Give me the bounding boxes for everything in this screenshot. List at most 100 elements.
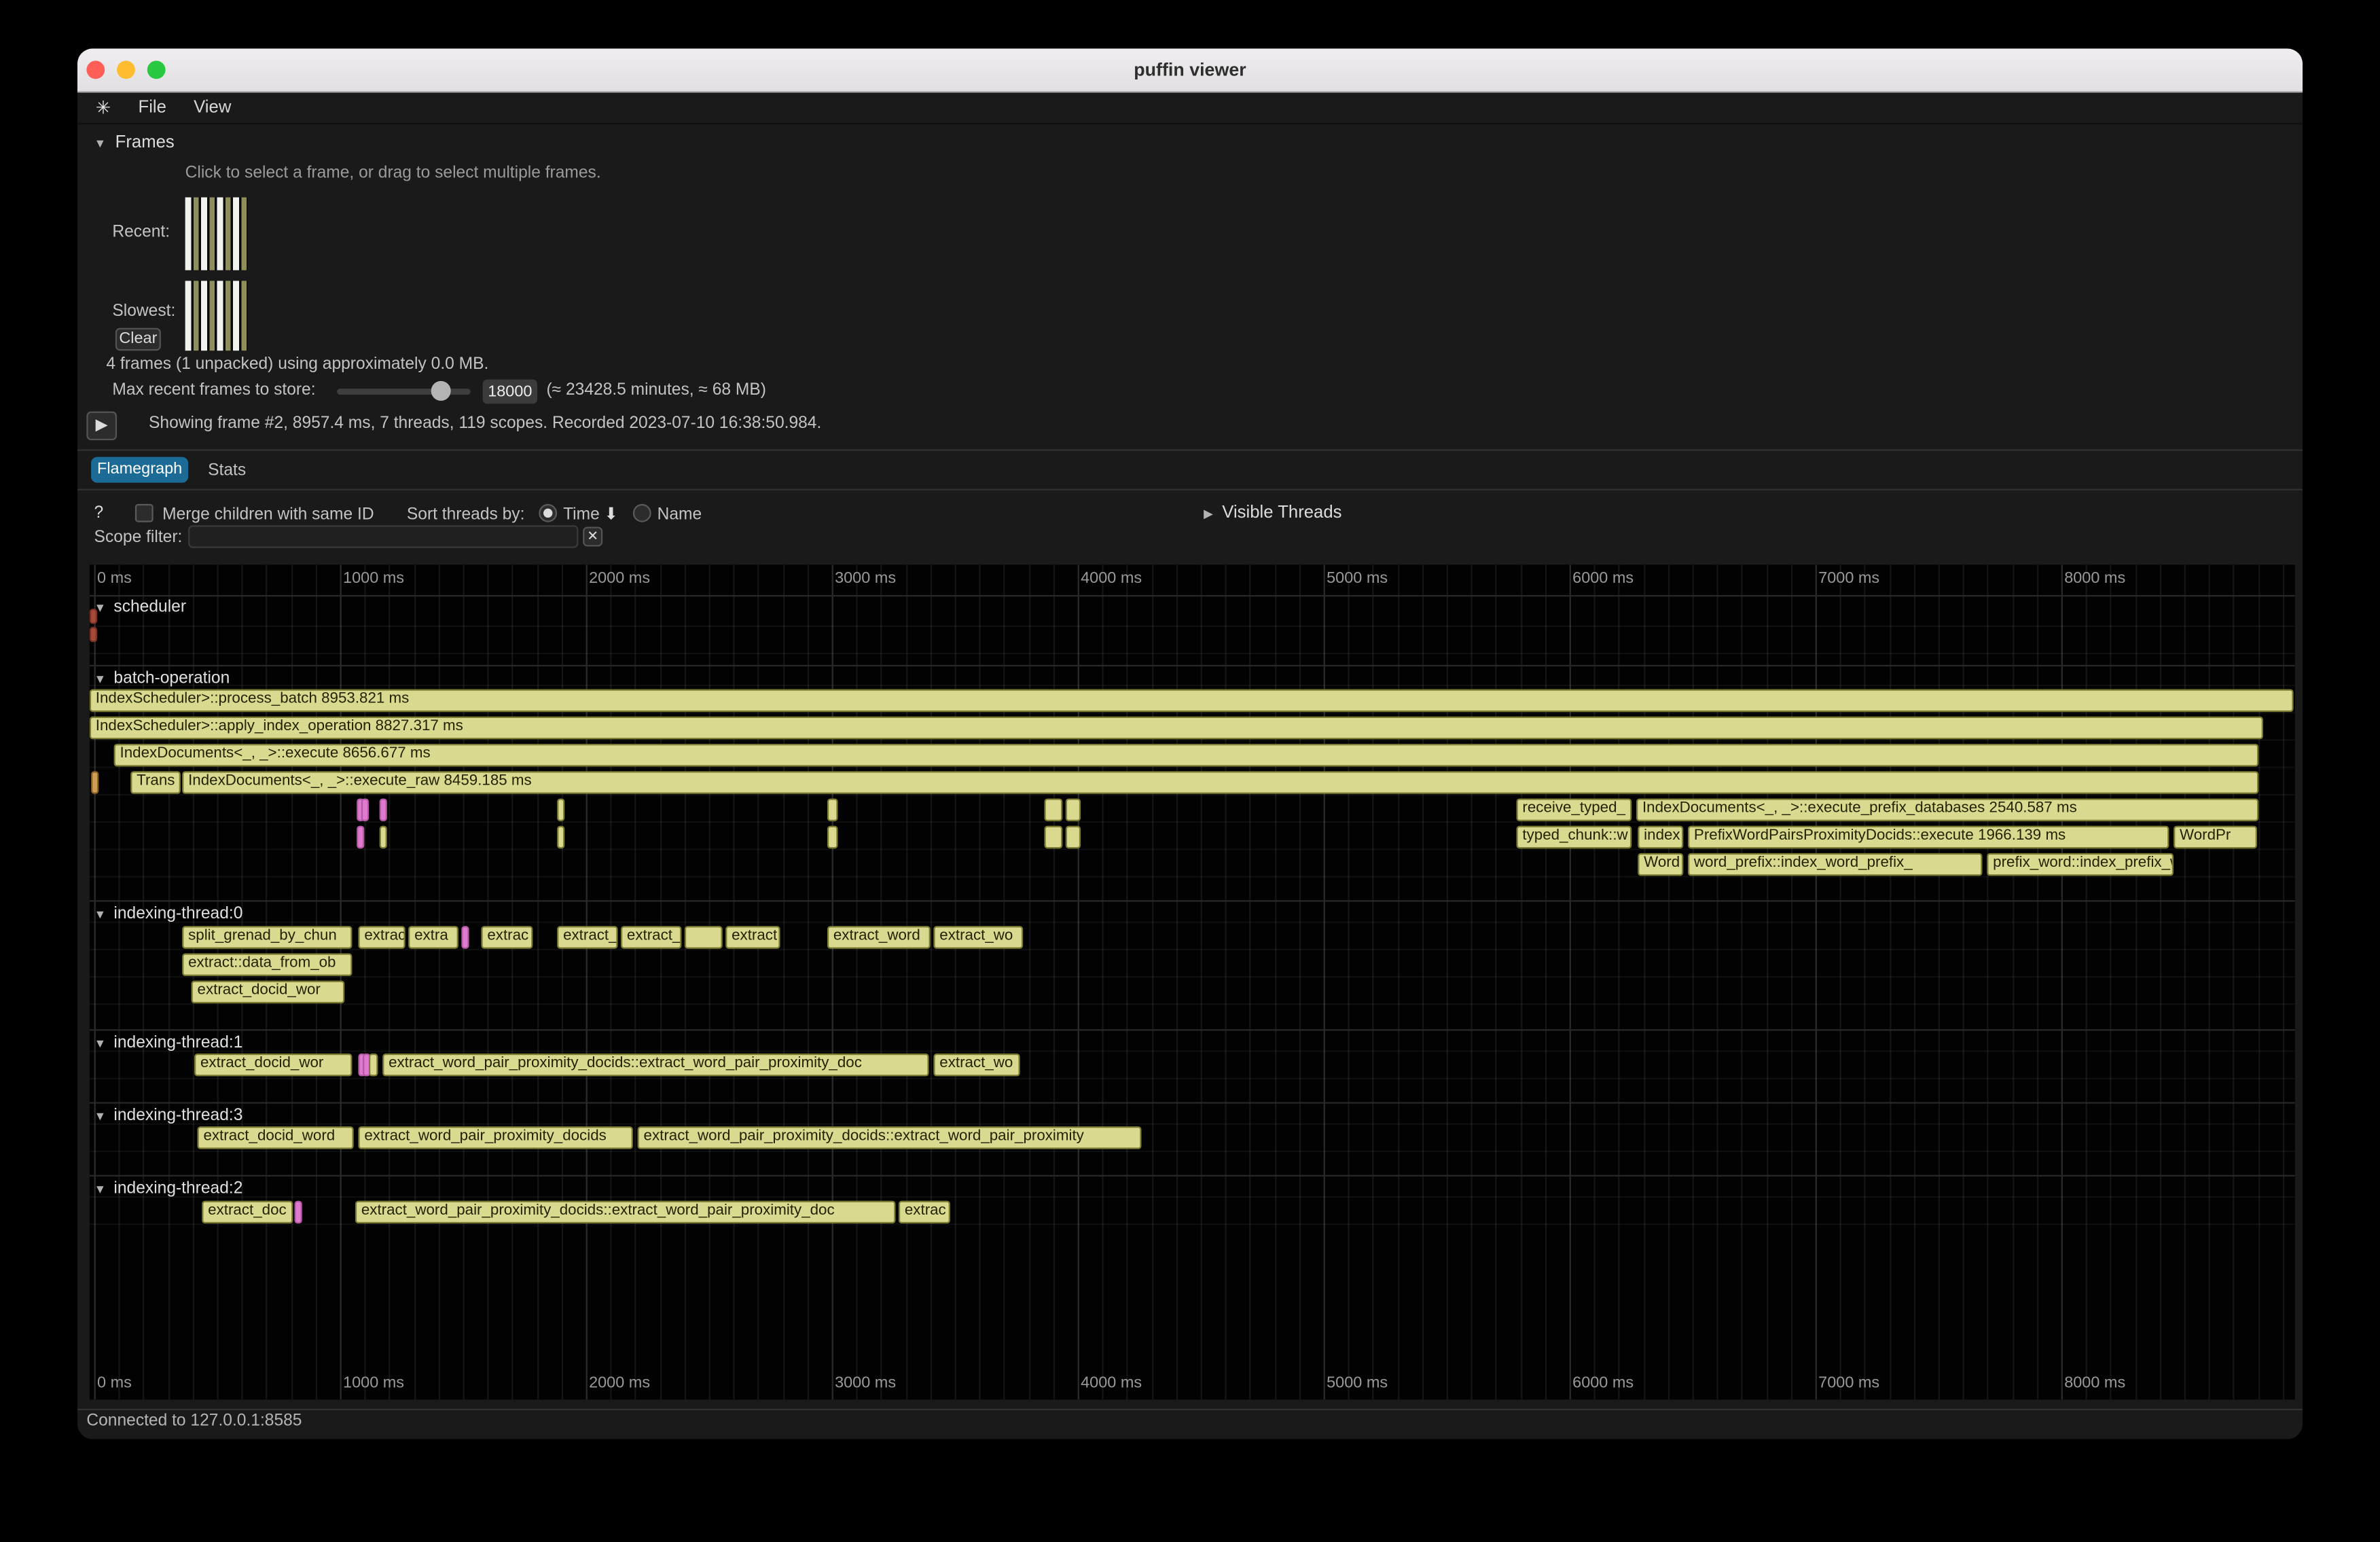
collapse-triangle-icon: ▼	[94, 907, 107, 920]
ruler-tick-label: 0 ms	[97, 1374, 132, 1392]
max-frames-value[interactable]: 18000	[483, 380, 537, 404]
ruler-tick-label: 0 ms	[97, 569, 132, 588]
clear-slowest-button[interactable]: Clear	[115, 328, 161, 351]
menu-file[interactable]: File	[138, 98, 166, 116]
scope-bar[interactable]: extract_	[557, 926, 617, 949]
flamegraph-canvas[interactable]: 0 ms0 ms1000 ms1000 ms2000 ms2000 ms3000…	[90, 564, 2295, 1399]
scope-bar[interactable]: receive_typed_	[1516, 798, 1631, 821]
scope-bar[interactable]	[369, 1054, 378, 1077]
thread-header-indexing-thread:3[interactable]: ▼indexing-thread:3	[94, 1107, 243, 1125]
scope-bar[interactable]: split_grenad_by_chun	[182, 926, 352, 949]
row-line	[90, 653, 2295, 654]
frames-section-header[interactable]: ▼ Frames	[94, 134, 175, 152]
scope-bar[interactable]	[90, 609, 97, 624]
scope-bar[interactable]: extract_word_pair_proximity_docids::extr…	[355, 1201, 896, 1224]
close-window-button[interactable]	[86, 60, 105, 79]
sort-time-radio[interactable]	[539, 504, 557, 522]
help-button[interactable]: ?	[94, 504, 104, 522]
thread-name: indexing-thread:3	[113, 1107, 242, 1125]
scope-bar[interactable]	[827, 798, 838, 821]
scope-bar[interactable]	[380, 798, 387, 821]
scope-bar[interactable]: PrefixWordPairsProximityDocids::execute …	[1688, 826, 2169, 849]
scope-bar[interactable]: extrac	[899, 1201, 950, 1224]
scope-bar[interactable]: extract_	[621, 926, 681, 949]
scope-bar[interactable]: extract_doc	[202, 1201, 293, 1224]
play-button[interactable]: ▶	[86, 412, 117, 440]
scope-bar[interactable]	[91, 771, 98, 794]
recent-frames-thumbnail[interactable]	[185, 198, 248, 270]
visible-threads-header[interactable]: ▶ Visible Threads	[1204, 504, 1341, 522]
scope-bar[interactable]	[1044, 826, 1062, 849]
scope-bar[interactable]: prefix_word::index_prefix_wo	[1987, 853, 2174, 876]
thread-header-indexing-thread:0[interactable]: ▼ indexing-thread:0	[94, 905, 243, 923]
tab-flamegraph[interactable]: Flamegraph	[91, 457, 188, 483]
scope-bar[interactable]: typed_chunk::w	[1516, 826, 1631, 849]
scope-bar[interactable]	[361, 798, 369, 821]
clear-filter-button[interactable]: ✕	[583, 526, 602, 546]
scope-bar[interactable]	[1066, 826, 1081, 849]
tab-stats[interactable]: Stats	[208, 461, 246, 480]
scope-bar[interactable]	[380, 826, 387, 849]
scope-bar[interactable]	[557, 798, 564, 821]
scope-bar[interactable]	[295, 1201, 302, 1224]
scope-bar[interactable]: Trans	[130, 771, 181, 794]
slowest-frames-thumbnail[interactable]	[185, 281, 248, 351]
scope-bar[interactable]	[685, 926, 723, 949]
scope-bar[interactable]: extract_docid_wor	[192, 981, 345, 1004]
thread-name: indexing-thread:0	[113, 905, 242, 923]
scope-bar[interactable]: IndexDocuments<_, _>::execute_prefix_dat…	[1636, 798, 2258, 821]
ruler-tick-label: 3000 ms	[835, 1374, 896, 1392]
thread-header-batch-operation[interactable]: ▼batch-operation	[94, 670, 230, 688]
scope-bar[interactable]: extract_docid_wor	[194, 1054, 352, 1077]
scope-bar[interactable]: IndexScheduler>::process_batch 8953.821 …	[90, 689, 2294, 713]
sort-name-label[interactable]: Name	[657, 505, 702, 524]
scope-bar[interactable]	[357, 826, 364, 849]
row-line	[90, 1223, 2295, 1225]
scope-bar[interactable]: extract::data_from_ob	[182, 953, 352, 976]
scope-bar[interactable]	[557, 826, 564, 849]
scope-bar[interactable]: IndexScheduler>::apply_index_operation 8…	[90, 717, 2263, 740]
row-line	[90, 1196, 2295, 1198]
row-line	[90, 767, 2295, 768]
scope-bar[interactable]: extract_word	[827, 926, 931, 949]
scope-bar[interactable]: Word	[1638, 853, 1683, 876]
scope-bar[interactable]: index	[1638, 826, 1683, 849]
minimize-window-button[interactable]	[117, 60, 135, 79]
scope-bar[interactable]	[461, 926, 469, 949]
scope-bar[interactable]: extrac	[481, 926, 533, 949]
thread-header-indexing-thread:1[interactable]: ▼indexing-thread:1	[94, 1034, 243, 1052]
scope-bar[interactable]: extract_word_pair_proximity_docids::extr…	[382, 1054, 928, 1077]
scope-bar[interactable]: extra	[408, 926, 458, 949]
scope-bar[interactable]: IndexDocuments<_, _>::execute_raw 8459.1…	[182, 771, 2258, 794]
scope-bar[interactable]	[827, 826, 838, 849]
scope-bar[interactable]: WordPr	[2174, 826, 2257, 849]
separator	[77, 1409, 2303, 1410]
thread-header-indexing-thread:2[interactable]: ▼indexing-thread:2	[94, 1179, 243, 1198]
thread-header-scheduler[interactable]: ▼scheduler	[94, 598, 186, 616]
max-frames-slider-knob[interactable]	[431, 381, 451, 401]
scope-bar[interactable]: extract_word_pair_proximity_docids::extr…	[638, 1126, 1142, 1149]
sort-direction-icon[interactable]: ⬇	[604, 504, 618, 524]
menu-view[interactable]: View	[194, 98, 231, 116]
row-line	[90, 876, 2295, 877]
zoom-window-button[interactable]	[147, 60, 166, 79]
scope-bar[interactable]: extract_	[358, 926, 405, 949]
scope-bar[interactable]: extract_wo	[933, 1054, 1020, 1077]
ruler-tick-label: 4000 ms	[1081, 1374, 1142, 1392]
thread-name: indexing-thread:2	[113, 1179, 242, 1198]
scope-bar[interactable]: word_prefix::index_word_prefix_	[1688, 853, 1983, 876]
scope-bar[interactable]	[1044, 798, 1062, 821]
scope-bar[interactable]	[90, 627, 97, 642]
sort-time-label[interactable]: Time	[563, 505, 600, 524]
scope-bar[interactable]	[1066, 798, 1081, 821]
scope-bar[interactable]: extract_wo	[933, 926, 1023, 949]
sort-name-radio[interactable]	[633, 504, 651, 522]
merge-children-checkbox[interactable]	[135, 504, 154, 522]
scope-bar[interactable]: extract_word_pair_proximity_docids	[358, 1126, 632, 1149]
scope-filter-input[interactable]	[188, 525, 578, 548]
merge-children-label[interactable]: Merge children with same ID	[162, 505, 374, 524]
scope-bar[interactable]: extract_docid_word	[198, 1126, 354, 1149]
ruler-tick-label: 5000 ms	[1327, 569, 1388, 588]
scope-bar[interactable]: extract	[725, 926, 780, 949]
scope-bar[interactable]: IndexDocuments<_, _>::execute 8656.677 m…	[114, 744, 2259, 767]
